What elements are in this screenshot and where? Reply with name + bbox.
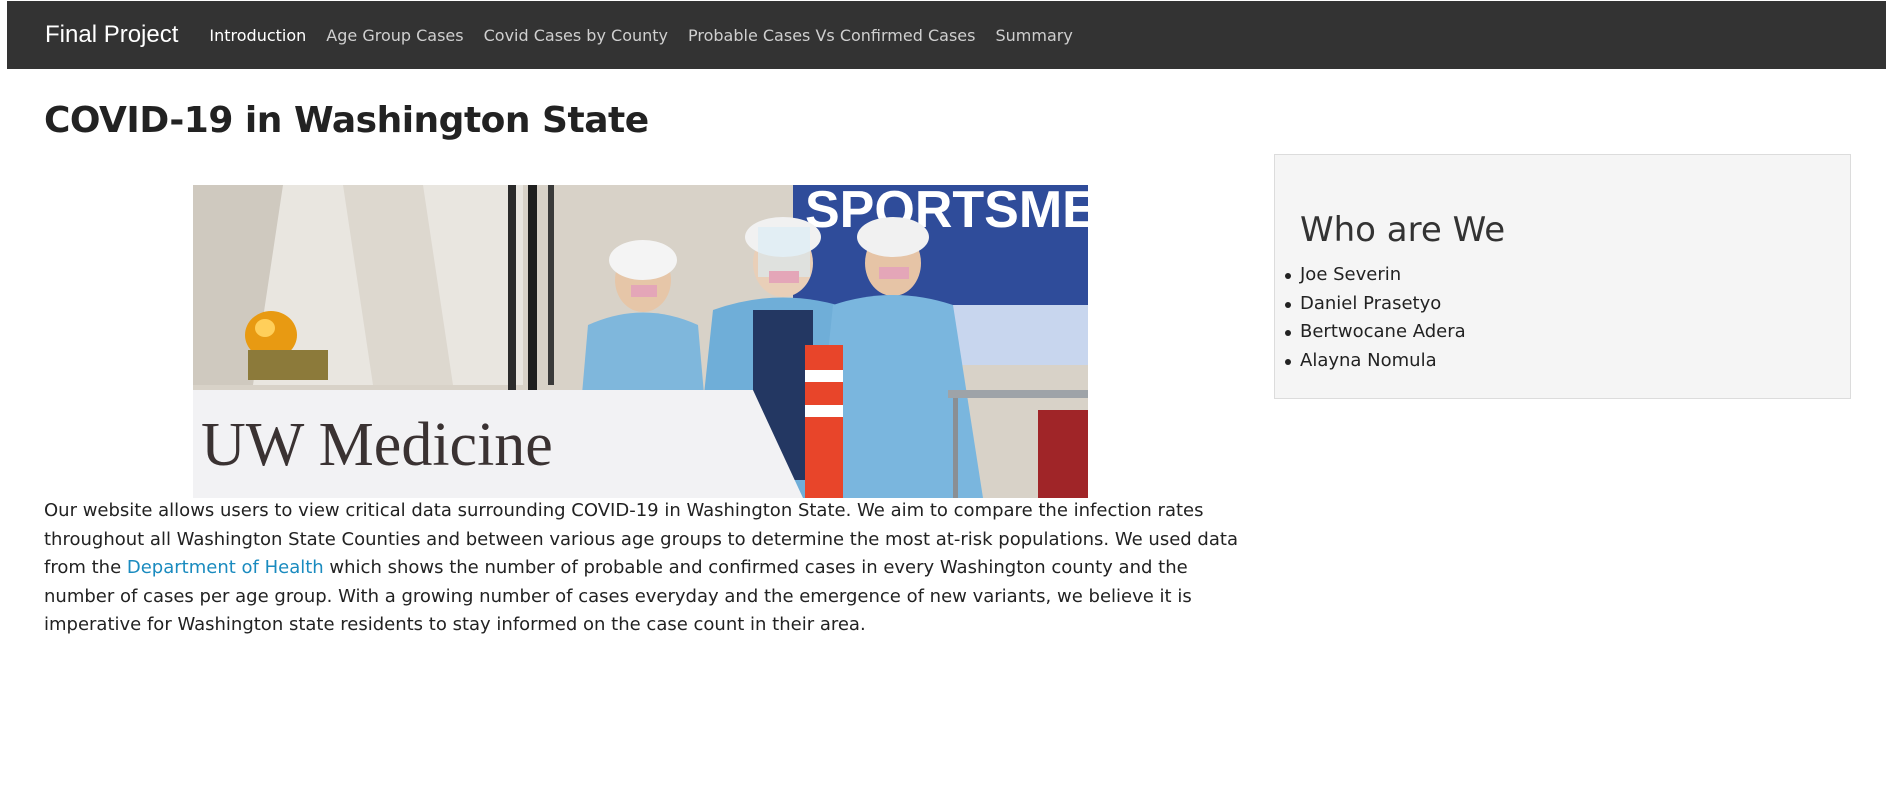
nav-item-introduction[interactable]: Introduction <box>209 26 306 45</box>
team-member-item: Joe Severin <box>1285 261 1466 290</box>
top-navbar: Final Project Introduction Age Group Cas… <box>7 1 1886 69</box>
brand-link[interactable]: Final Project <box>45 21 178 49</box>
hero-image: SPORTSMEDICI <box>193 185 1088 498</box>
nav-item-covid-cases-by-county[interactable]: Covid Cases by County <box>484 26 668 45</box>
banner-text: UW Medicine <box>201 411 553 479</box>
who-are-we-title: Who are We <box>1300 210 1506 250</box>
nav-item-summary[interactable]: Summary <box>995 26 1072 45</box>
team-member-item: Bertwocane Adera <box>1285 318 1466 347</box>
team-member-list: Joe Severin Daniel Prasetyo Bertwocane A… <box>1285 261 1466 376</box>
nav-item-age-group-cases[interactable]: Age Group Cases <box>326 26 463 45</box>
department-of-health-link[interactable]: Department of Health <box>127 557 324 578</box>
team-member-item: Daniel Prasetyo <box>1285 290 1466 319</box>
backdrop-banner-text: SPORTSMEDICI <box>805 185 1088 239</box>
who-are-we-panel: Who are We Joe Severin Daniel Prasetyo B… <box>1274 154 1851 399</box>
nav-menu: Introduction Age Group Cases Covid Cases… <box>209 26 1092 45</box>
team-member-item: Alayna Nomula <box>1285 347 1466 376</box>
intro-paragraph: Our website allows users to view critica… <box>44 497 1239 640</box>
page-title: COVID-19 in Washington State <box>44 100 649 141</box>
nav-item-probable-vs-confirmed[interactable]: Probable Cases Vs Confirmed Cases <box>688 26 975 45</box>
hero-photo-illustration: SPORTSMEDICI <box>193 185 1088 498</box>
